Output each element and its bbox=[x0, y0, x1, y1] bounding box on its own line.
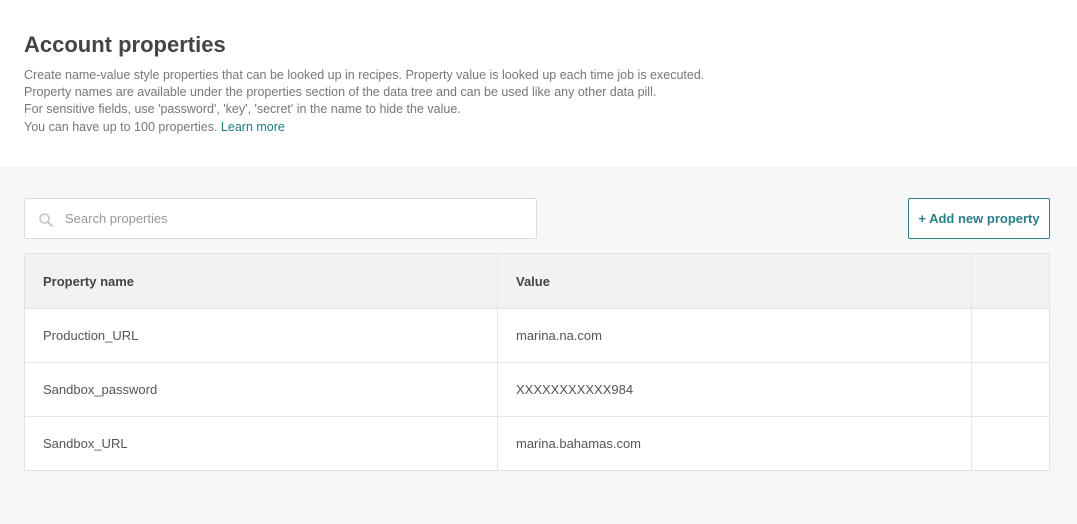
table-row[interactable]: Sandbox_password XXXXXXXXXXX984 bbox=[25, 362, 1049, 416]
row-actions-cell[interactable] bbox=[971, 363, 1049, 416]
page-description: Create name-value style properties that … bbox=[24, 67, 704, 136]
description-line-4-text: You can have up to 100 properties. bbox=[24, 119, 218, 134]
property-value-cell: marina.bahamas.com bbox=[497, 417, 971, 470]
row-actions-cell[interactable] bbox=[971, 309, 1049, 362]
search-icon bbox=[39, 213, 53, 227]
description-line-2: Property names are available under the p… bbox=[24, 85, 657, 100]
search-box[interactable] bbox=[24, 198, 537, 239]
table-header-row: Property name Value bbox=[25, 254, 1049, 308]
property-value-cell: XXXXXXXXXXX984 bbox=[497, 363, 971, 416]
column-header-actions bbox=[971, 254, 1049, 308]
description-line-4: You can have up to 100 properties. Learn… bbox=[24, 119, 704, 136]
property-name-cell: Sandbox_URL bbox=[43, 436, 128, 451]
page-header: Account properties Create name-value sty… bbox=[0, 0, 1077, 167]
column-header-property-name[interactable]: Property name bbox=[25, 254, 497, 308]
property-name-cell: Production_URL bbox=[43, 328, 139, 343]
description-line-3: For sensitive fields, use 'password', 'k… bbox=[24, 102, 461, 117]
row-actions-cell[interactable] bbox=[971, 417, 1049, 470]
page-title: Account properties bbox=[24, 32, 226, 57]
column-header-value[interactable]: Value bbox=[497, 254, 971, 308]
learn-more-link[interactable]: Learn more bbox=[221, 120, 285, 134]
search-input[interactable] bbox=[65, 199, 525, 238]
add-new-property-button[interactable]: + Add new property bbox=[908, 198, 1050, 239]
description-line-1: Create name-value style properties that … bbox=[24, 68, 705, 82]
table-row[interactable]: Production_URL marina.na.com bbox=[25, 308, 1049, 362]
property-name-cell: Sandbox_password bbox=[43, 382, 158, 397]
property-value-cell: marina.na.com bbox=[497, 309, 971, 362]
properties-table: Property name Value Production_URL marin… bbox=[24, 253, 1050, 471]
table-row[interactable]: Sandbox_URL marina.bahamas.com bbox=[25, 416, 1049, 470]
